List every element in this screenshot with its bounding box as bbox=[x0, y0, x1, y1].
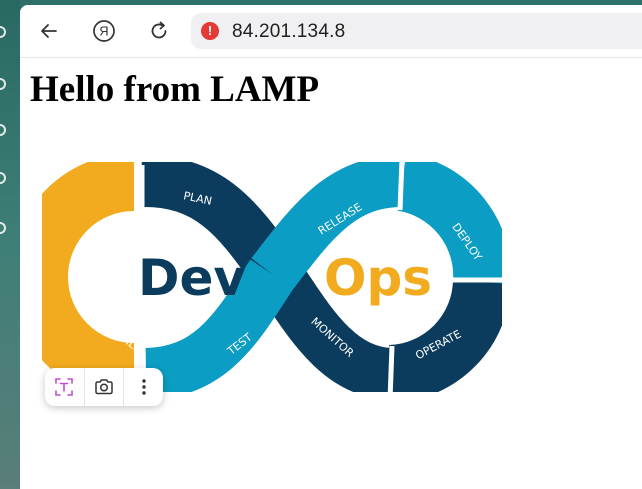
image-floating-toolbar bbox=[45, 368, 163, 406]
reload-icon bbox=[151, 21, 167, 39]
address-text[interactable]: 84.201.134.8 bbox=[232, 21, 345, 43]
yandex-button[interactable]: Я bbox=[88, 15, 120, 47]
text-recognition-button[interactable] bbox=[45, 368, 84, 406]
sidebar-icon[interactable] bbox=[0, 78, 6, 90]
address-bar[interactable]: ! 84.201.134.8 bbox=[191, 13, 642, 49]
logo-word-dev: Dev bbox=[138, 249, 246, 307]
sidebar-icon[interactable] bbox=[0, 26, 6, 38]
logo-word-ops: Ops bbox=[324, 249, 432, 307]
sidebar-icon[interactable] bbox=[0, 222, 6, 234]
text-recognition-icon bbox=[55, 378, 74, 396]
stage-label-code: CODE bbox=[86, 233, 112, 267]
svg-text:Я: Я bbox=[99, 24, 108, 39]
sidebar-icon[interactable] bbox=[0, 172, 6, 184]
back-button[interactable] bbox=[33, 15, 65, 47]
reload-button[interactable] bbox=[143, 15, 175, 47]
more-vertical-icon bbox=[141, 379, 146, 395]
more-options-button[interactable] bbox=[124, 368, 163, 406]
camera-icon bbox=[95, 379, 113, 395]
devops-logo-image: Dev Ops PLAN CODE BUILD TEST RELEASE DEP… bbox=[42, 162, 502, 392]
security-warning-icon[interactable]: ! bbox=[201, 22, 219, 40]
page-content: Hello from LAMP Dev Ops PLAN CODE BUILD … bbox=[20, 58, 642, 489]
loop-segment-yellow bbox=[42, 162, 135, 392]
yandex-icon: Я bbox=[93, 20, 115, 42]
sidebar-icon[interactable] bbox=[0, 124, 6, 136]
browser-window: Я ! 84.201.134.8 Hello from LAMP Dev Ops… bbox=[20, 5, 642, 489]
desktop-sidebar bbox=[0, 0, 20, 489]
browser-toolbar: Я ! 84.201.134.8 bbox=[20, 5, 642, 58]
page-heading: Hello from LAMP bbox=[30, 69, 320, 110]
camera-search-button[interactable] bbox=[85, 368, 124, 406]
back-arrow-icon bbox=[41, 24, 57, 38]
